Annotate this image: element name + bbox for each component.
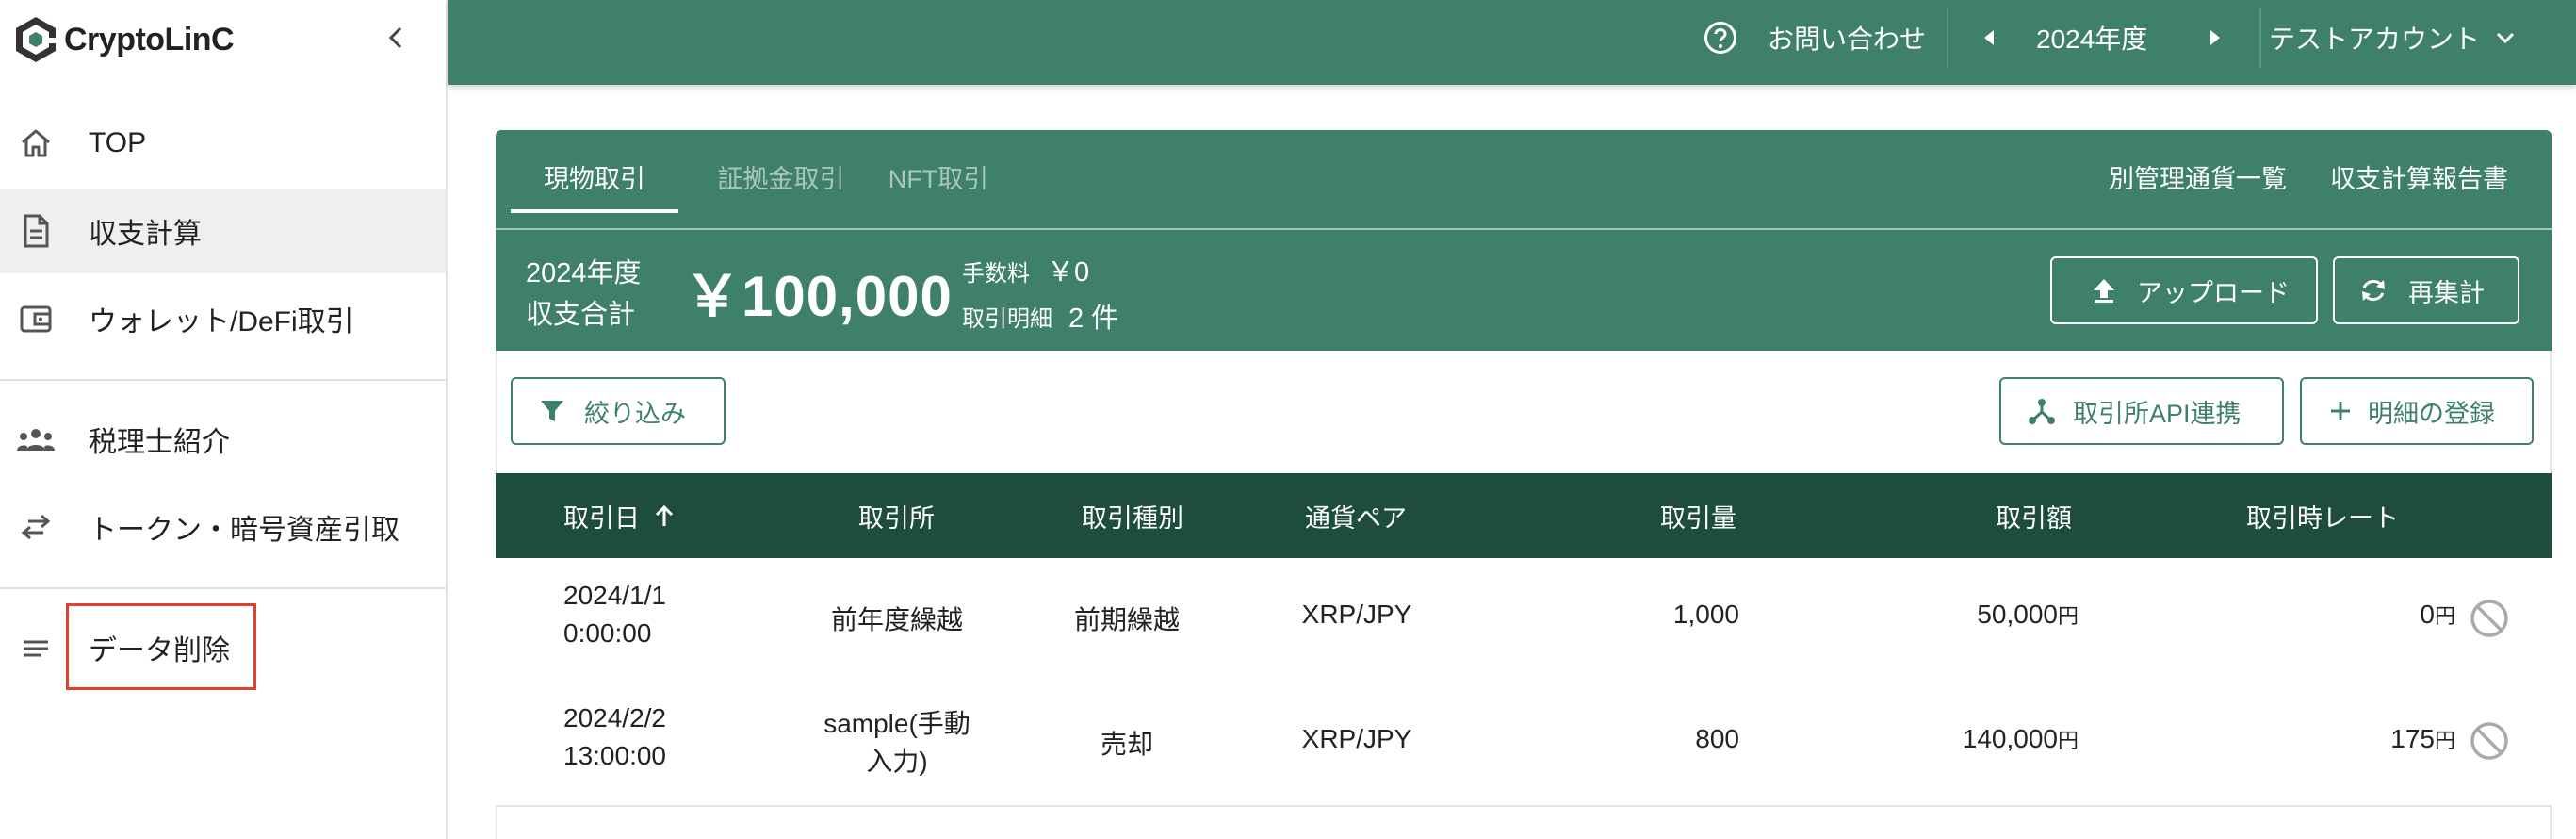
upload-icon (2094, 279, 2114, 303)
cell-time: 13:00:00 (563, 741, 666, 770)
report-link[interactable]: 収支計算報告書 (2330, 158, 2508, 195)
api-link-icon (2029, 399, 2055, 424)
help-icon[interactable] (1698, 0, 1743, 75)
recalc-button[interactable]: 再集計 (2333, 256, 2519, 324)
chevron-left-icon (388, 26, 402, 49)
exchange-api-button[interactable]: 取引所API連携 (1999, 377, 2284, 445)
year-label: 2024年度 (2036, 25, 2148, 54)
wallet-icon (15, 298, 57, 339)
sidebar-item-label: 収支計算 (89, 219, 202, 250)
sidebar-item-label: トークン・暗号資産引取 (89, 515, 399, 546)
brand-logo[interactable]: CryptoLinC (13, 15, 235, 64)
account-name: テストアカウント (2269, 25, 2481, 54)
caret-left-icon (1984, 30, 1994, 45)
fee-amount: ￥0 (1047, 257, 1090, 288)
column-header-date[interactable]: 取引日 (563, 473, 676, 558)
sidebar-divider (0, 587, 446, 589)
sidebar: CryptoLinC TOP 収支計算 ウォレット/DeFi取引 税理士紹介 ト… (0, 0, 448, 839)
cell-date: 2024/2/2 (563, 703, 666, 732)
cell-amount: 800 (1695, 724, 1739, 753)
fee-caption: 手数料 (962, 261, 1030, 287)
cell-rate: 0円 (2420, 600, 2455, 629)
total-caption: 収支合計 (526, 300, 636, 330)
account-menu[interactable]: テストアカウント (2269, 0, 2516, 75)
collapse-sidebar-button[interactable] (377, 19, 415, 57)
total-amount: ￥100,000 (684, 265, 953, 328)
table-row[interactable]: 2024/1/1 0:00:00 前年度繰越 前期繰越 XRP/JPY 1,00… (496, 558, 2552, 679)
sidebar-divider (0, 379, 446, 381)
contact-link[interactable]: お問い合わせ (1768, 0, 1926, 75)
plus-icon (2331, 402, 2350, 420)
home-icon (15, 123, 57, 164)
sidebar-item-income-calc[interactable]: 収支計算 (0, 189, 446, 273)
year-caption: 2024年度 (526, 258, 642, 288)
cell-amount: 1,000 (1672, 600, 1739, 629)
top-bar: お問い合わせ 2024年度 テストアカウント (448, 0, 2576, 85)
people-icon (15, 419, 57, 460)
cell-value: 50,000円 (1977, 600, 2079, 629)
highlight-box (66, 603, 256, 690)
cube-logo-icon (16, 17, 57, 62)
tab-spot[interactable]: 現物取引 (511, 158, 678, 215)
sidebar-item-token-transfer[interactable]: トークン・暗号資産引取 (0, 485, 446, 569)
tab-nft[interactable]: NFT取引 (882, 158, 995, 215)
header-divider (2259, 8, 2261, 68)
sidebar-item-label: ウォレット/DeFi取引 (89, 306, 354, 337)
sidebar-item-label: TOP (89, 127, 147, 158)
recalc-label: 再集計 (2408, 278, 2485, 307)
separate-currency-link[interactable]: 別管理通貨一覧 (2109, 158, 2287, 195)
sidebar-item-top[interactable]: TOP (0, 101, 446, 186)
column-header-amount[interactable]: 取引量 (1660, 473, 1736, 558)
chevron-down-icon (2496, 32, 2515, 44)
table-header: 取引日 取引所 取引種別 通貨ペア 取引量 取引額 取引時レート (496, 473, 2552, 558)
refresh-icon (2362, 279, 2385, 302)
tab-margin[interactable]: 証拠金取引 (710, 158, 852, 215)
add-transaction-button[interactable]: 明細の登録 (2300, 377, 2534, 445)
cell-time: 0:00:00 (563, 618, 652, 648)
add-transaction-label: 明細の登録 (2368, 399, 2495, 428)
card-divider (496, 228, 2552, 230)
cell-type: 売却 (1100, 730, 1153, 759)
filter-label: 絞り込み (584, 399, 686, 428)
filter-icon (541, 401, 563, 421)
cell-date: 2024/1/1 (563, 581, 666, 610)
swap-icon (15, 506, 57, 548)
summary-card: 現物取引 証拠金取引 NFT取引 別管理通貨一覧 収支計算報告書 2024年度 … (496, 130, 2552, 351)
column-header-exchange[interactable]: 取引所 (858, 473, 935, 558)
lines-icon (15, 627, 57, 668)
column-header-type[interactable]: 取引種別 (1082, 473, 1183, 558)
filter-button[interactable]: 絞り込み (511, 377, 726, 445)
arrow-up-icon (655, 504, 674, 526)
cell-rate: 175円 (2390, 724, 2455, 753)
cell-value: 140,000円 (1962, 724, 2079, 753)
table-row[interactable]: 2024/2/2 13:00:00 sample(手動 入力) 売却 XRP/J… (496, 677, 2552, 807)
upload-button[interactable]: アップロード (2050, 256, 2318, 324)
document-icon (15, 210, 57, 252)
column-header-value[interactable]: 取引額 (1996, 473, 2072, 558)
disabled-icon[interactable] (2469, 598, 2510, 639)
sidebar-item-label: 税理士紹介 (89, 427, 230, 458)
brand-name: CryptoLinC (64, 21, 235, 58)
column-header-rate[interactable]: 取引時レート (2246, 473, 2399, 558)
count-caption: 取引明細 (962, 306, 1052, 332)
cell-exchange: sample(手動 (823, 709, 970, 738)
cell-pair: XRP/JPY (1301, 724, 1412, 753)
prev-year-button[interactable] (1975, 0, 2003, 75)
upload-label: アップロード (2137, 278, 2290, 307)
disabled-icon[interactable] (2469, 720, 2510, 762)
header-divider (1947, 8, 1948, 68)
caret-right-icon (2210, 30, 2220, 45)
next-year-button[interactable] (2201, 0, 2229, 75)
cell-exchange: 前年度繰越 (830, 605, 963, 634)
sidebar-item-tax-accountant[interactable]: 税理士紹介 (0, 397, 446, 482)
cell-pair: XRP/JPY (1301, 600, 1412, 629)
active-tab-indicator (511, 209, 678, 213)
exchange-api-label: 取引所API連携 (2073, 399, 2242, 428)
cell-type: 前期繰越 (1073, 605, 1180, 634)
cell-exchange-line2: 入力) (866, 747, 928, 776)
count-value: 2 件 (1068, 304, 1119, 334)
column-header-pair[interactable]: 通貨ペア (1305, 473, 1407, 558)
sidebar-item-wallet[interactable]: ウォレット/DeFi取引 (0, 276, 446, 361)
